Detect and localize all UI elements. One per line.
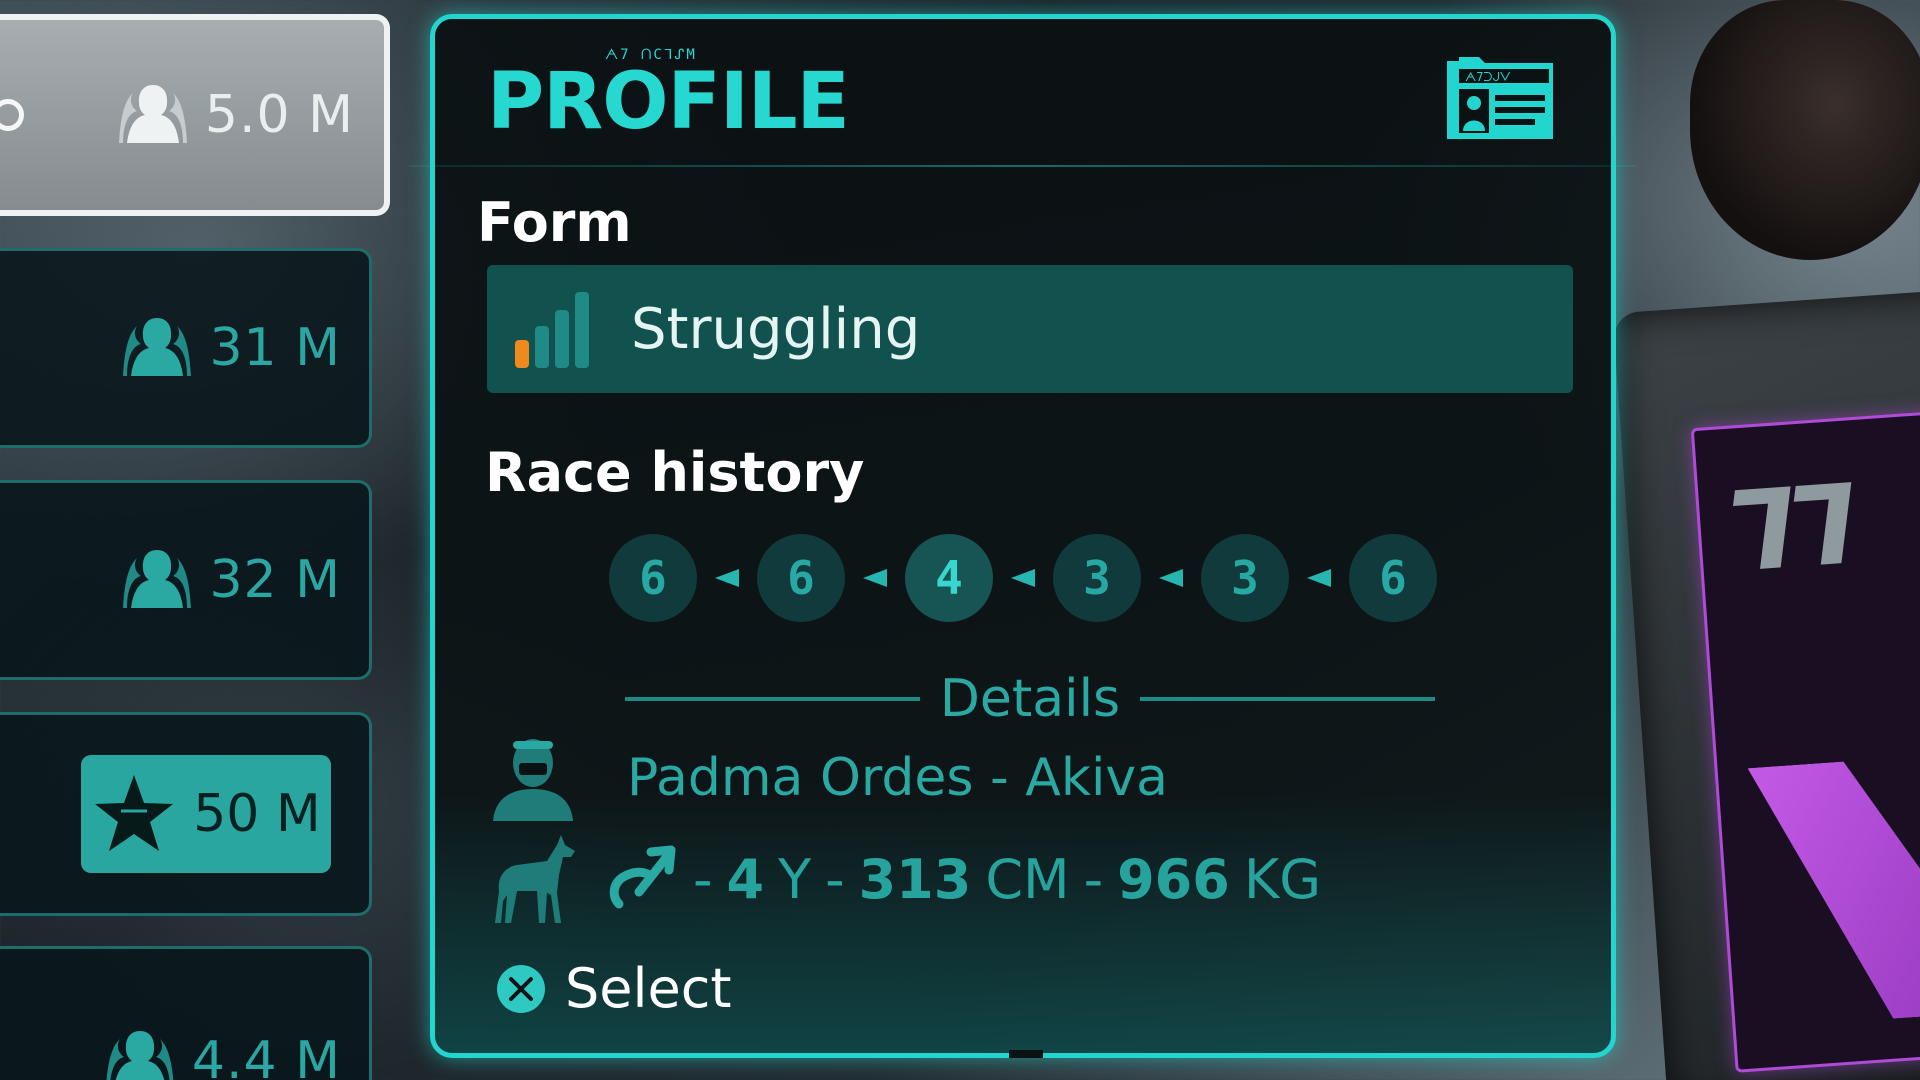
stats-separator: - (825, 847, 845, 911)
racer-list-item[interactable]: 5.0 M (0, 14, 390, 216)
id-card-icon: ᗅ7ᑐᒍᐯ (1447, 57, 1553, 139)
signal-bars-icon (515, 292, 589, 368)
pilot-row: Padma Ordes - Akiva (487, 733, 1168, 823)
x-button-icon (497, 964, 545, 1013)
creature-stats: - 4 Y - 313 CM - 966 KG (605, 842, 1321, 916)
age-unit: Y (778, 847, 812, 911)
form-value: Struggling (631, 296, 921, 362)
details-label: Details (939, 669, 1121, 729)
details-line-right (1140, 697, 1435, 701)
arrow-left-icon (1011, 569, 1035, 587)
people-icon (123, 318, 192, 376)
height-value: 313 (858, 847, 972, 911)
stats-separator: - (1083, 847, 1104, 911)
pilot-icon (493, 739, 573, 821)
select-prompt[interactable]: Select (495, 957, 732, 1020)
profile-panel: ᗅ7 ᑎCᒣᔑM PROFILE ᗅ7ᑐᒍᐯ Form Struggling R… (409, 14, 1637, 1058)
background-creature (1690, 0, 1920, 260)
race-position: 4 (905, 534, 993, 622)
form-status-bar: Struggling (487, 265, 1573, 393)
background-datapad: ᒣᒣ (1612, 288, 1920, 1080)
weight-unit: KG (1243, 847, 1322, 911)
bet-amount: 4.4 M (98, 1029, 341, 1080)
stats-separator: - (693, 847, 713, 911)
panel-bottom-notch (1009, 1050, 1043, 1058)
male-symbol-icon (609, 845, 676, 909)
creature-stats-row: - 4 Y - 313 CM - 966 KG (487, 831, 1321, 927)
race-position: 6 (1349, 534, 1437, 622)
select-label: Select (565, 957, 732, 1020)
arrow-left-icon (1159, 569, 1183, 587)
datapad-graphic (1748, 746, 1920, 1028)
pilot-name: Padma Ordes - Akiva (627, 748, 1169, 808)
race-position: 6 (757, 534, 845, 622)
creature-icon (495, 835, 575, 923)
star-icon (95, 775, 174, 851)
selection-marker-icon (0, 99, 24, 131)
details-line-left (625, 697, 920, 701)
people-icon (106, 1031, 174, 1080)
weight-value: 966 (1117, 847, 1230, 911)
datapad-screen: ᒣᒣ (1690, 404, 1920, 1073)
age-value: 4 (726, 847, 765, 911)
people-icon (123, 550, 192, 608)
racer-list-item[interactable]: 50 M (0, 712, 372, 916)
svg-text:ᗅ7ᑐᒍᐯ: ᗅ7ᑐᒍᐯ (1465, 70, 1511, 84)
racer-list-item[interactable]: 31 M (0, 248, 372, 448)
title-divider (409, 165, 1637, 167)
arrow-left-icon (715, 569, 739, 587)
bet-amount: 32 M (115, 548, 341, 612)
race-history: 6 6 4 3 3 6 (609, 533, 1437, 623)
datapad-logo: ᒣᒣ (1722, 460, 1854, 597)
favorite-bet-badge: 50 M (81, 755, 331, 873)
race-history-label: Race history (485, 441, 865, 504)
racer-list-item[interactable]: 32 M (0, 480, 372, 680)
form-label: Form (477, 191, 632, 254)
race-position: 3 (1053, 534, 1141, 622)
arrow-left-icon (863, 569, 887, 587)
race-position: 6 (609, 534, 697, 622)
racer-list-item[interactable]: 4.4 M (0, 946, 372, 1080)
details-divider: Details (625, 669, 1435, 729)
arrow-left-icon (1307, 569, 1331, 587)
bet-amount: 31 M (115, 316, 341, 380)
people-icon (118, 85, 187, 143)
panel-title: PROFILE (487, 57, 850, 147)
race-position: 3 (1201, 534, 1289, 622)
bet-amount: 5.0 M (111, 83, 354, 147)
height-unit: CM (985, 847, 1070, 911)
racer-list: 5.0 M 31 M 32 M 50 M 4.4 M (0, 0, 400, 1080)
